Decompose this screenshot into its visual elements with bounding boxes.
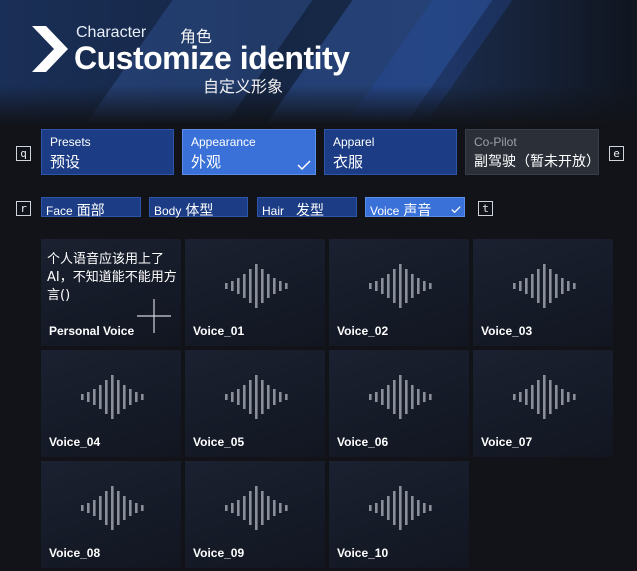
waveform-icon (81, 375, 144, 419)
voice-label: Voice_01 (193, 324, 245, 338)
page-title: Customize identity (74, 40, 350, 76)
chevron-right-icon (32, 26, 68, 72)
waveform-icon (369, 486, 432, 530)
subtabs-prev-key-hint: r (16, 201, 31, 216)
voice-tile[interactable]: Voice_01 (185, 239, 325, 346)
subtab-label: Voice (370, 204, 400, 218)
subtab-face[interactable]: Face 面部 (41, 197, 141, 219)
tab-label-cn: 副驾驶（暂未开放） (474, 154, 600, 170)
tab-label: Presets (50, 135, 91, 149)
subtab-label: Hair (262, 204, 285, 218)
tabs-prev-key-hint: q (16, 146, 31, 161)
voice-label: Voice_04 (49, 435, 101, 449)
subtab-body[interactable]: Body 体型 (149, 197, 248, 219)
voice-label: Voice_02 (337, 324, 389, 338)
subtab-label-cn: 发型 (296, 203, 325, 219)
voice-tile[interactable]: Voice_02 (329, 239, 469, 346)
voice-label: Personal Voice (49, 324, 135, 338)
waveform-icon (225, 486, 288, 530)
voice-tile[interactable]: Voice_03 (473, 239, 613, 346)
waveform-icon (369, 264, 432, 308)
subtab-label: Body (154, 204, 182, 218)
voice-label: Voice_09 (193, 546, 245, 560)
page-subtitle-cn: 自定义形象 (203, 77, 284, 96)
voice-label: Voice_06 (337, 435, 389, 449)
tab-apparel[interactable]: Apparel 衣服 (324, 129, 457, 175)
tab-label-cn: 外观 (191, 153, 222, 171)
tab-label: Apparel (333, 135, 375, 149)
tab-presets[interactable]: Presets 预设 (41, 129, 174, 175)
tab-label-cn: 预设 (50, 153, 81, 171)
waveform-icon (513, 375, 576, 419)
voice-tile[interactable]: Voice_09 (185, 461, 325, 568)
waveform-icon (81, 486, 144, 530)
tab-label: Appearance (191, 135, 256, 149)
tab-label-cn: 衣服 (333, 153, 364, 171)
voice-label: Voice_08 (49, 546, 101, 560)
waveform-icon (225, 375, 288, 419)
voice-tile[interactable]: Voice_05 (185, 350, 325, 457)
subtab-hair[interactable]: Hair 发型 (257, 197, 357, 219)
subtab-label-cn: 体型 (185, 203, 214, 219)
plus-icon (137, 299, 171, 333)
voice-label: Voice_05 (193, 435, 245, 449)
banner-fade (0, 85, 637, 125)
tabs-next-key-hint: e (609, 146, 624, 161)
waveform-icon (369, 375, 432, 419)
voice-tile[interactable]: Voice_10 (329, 461, 469, 568)
tab-co-pilot: Co-Pilot 副驾驶（暂未开放） (465, 129, 600, 175)
checkmark-icon (297, 160, 311, 170)
voice-label: Voice_03 (481, 324, 533, 338)
voice-tile[interactable]: Voice_04 (41, 350, 181, 457)
voice-tile[interactable]: Voice_06 (329, 350, 469, 457)
personal-voice-note: 个人语音应该用上了AI，不知道能不能用方言() (47, 252, 177, 303)
voice-tile[interactable]: Voice_08 (41, 461, 181, 568)
voice-label: Voice_10 (337, 546, 389, 560)
subtab-voice[interactable]: Voice 声音 (365, 197, 465, 219)
waveform-icon (513, 264, 576, 308)
voice-tile-personal[interactable]: 个人语音应该用上了AI，不知道能不能用方言() Personal Voice (41, 239, 181, 346)
subtabs-next-key-hint: t (478, 201, 493, 216)
voice-tile[interactable]: Voice_07 (473, 350, 613, 457)
subtab-label-cn: 面部 (76, 203, 105, 219)
checkmark-icon (451, 206, 461, 213)
tab-label: Co-Pilot (474, 135, 517, 149)
subtab-label: Face (46, 204, 73, 218)
subtab-label-cn: 声音 (403, 203, 432, 219)
tab-appearance[interactable]: Appearance 外观 (182, 129, 316, 175)
voice-label: Voice_07 (481, 435, 533, 449)
waveform-icon (225, 264, 288, 308)
